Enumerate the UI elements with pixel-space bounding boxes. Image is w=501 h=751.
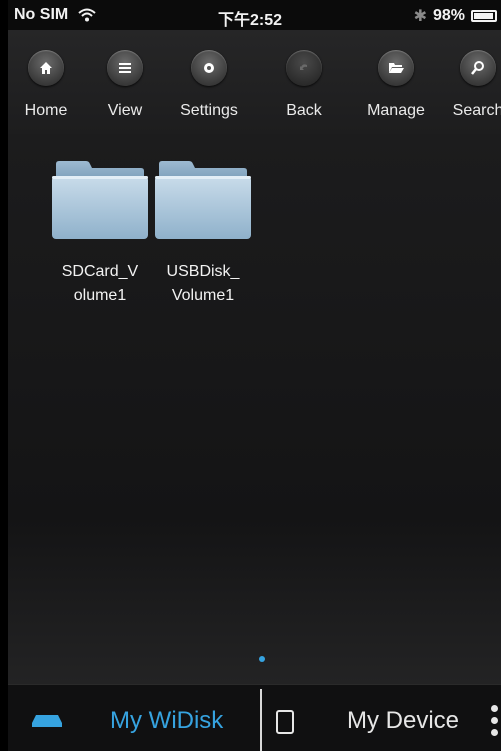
tab-my-device[interactable]: My Device [264, 685, 501, 751]
view-button[interactable]: View [80, 50, 170, 120]
gear-icon [191, 50, 227, 86]
tab-my-device-label: My Device [347, 707, 460, 734]
tab-my-widisk-label: My WiDisk [110, 707, 224, 734]
more-options-icon[interactable] [491, 705, 501, 739]
phone-icon [276, 710, 294, 734]
search-label: Search [452, 102, 501, 119]
status-right: ✱ 98% [414, 6, 497, 26]
battery-percent: 98% [432, 7, 465, 24]
view-label: View [107, 102, 143, 119]
home-button[interactable]: Home [8, 50, 91, 120]
battery-icon [471, 10, 497, 22]
manage-label: Manage [367, 102, 425, 119]
tab-my-widisk[interactable]: My WiDisk [8, 685, 258, 751]
folder-icon [52, 161, 148, 239]
folder-usbdisk-volume1[interactable]: USBDisk_ Volume1 [150, 160, 256, 308]
clock-text: 下午2:52 [218, 12, 283, 29]
home-icon [28, 50, 64, 86]
back-button[interactable]: Back [259, 50, 349, 120]
manage-button[interactable]: Manage [351, 50, 441, 120]
page-indicator-dot [259, 656, 265, 662]
toolbar: Home View Settings Back Manage Search [8, 30, 501, 134]
folder-sdcard-volume1[interactable]: SDCard_V olume1 [47, 160, 153, 308]
folder-open-icon [378, 50, 414, 86]
tab-divider [260, 689, 262, 751]
search-icon [460, 50, 496, 86]
bluetooth-icon: ✱ [413, 8, 427, 25]
disk-drive-icon [32, 715, 62, 727]
folder-name: SDCard_V olume1 [61, 263, 139, 304]
settings-label: Settings [180, 102, 238, 119]
list-icon [107, 50, 143, 86]
back-label: Back [286, 102, 322, 119]
status-bar: No SIM 下午2:52 ✱ 98% [8, 0, 501, 30]
search-button[interactable]: Search [433, 50, 501, 120]
bottom-tab-bar: My WiDisk My Device [8, 684, 501, 751]
carrier-text: No SIM [14, 6, 69, 23]
home-label: Home [24, 102, 68, 119]
settings-button[interactable]: Settings [164, 50, 254, 120]
status-left: No SIM [14, 6, 96, 24]
app-screen: No SIM 下午2:52 ✱ 98% Home View Settings B… [8, 0, 501, 751]
wifi-icon [78, 8, 96, 22]
undo-icon [286, 50, 322, 86]
file-browser: SDCard_V olume1 USBDisk_ Volume1 [8, 134, 501, 684]
folder-icon [155, 161, 251, 239]
folder-name: USBDisk_ Volume1 [166, 263, 240, 304]
